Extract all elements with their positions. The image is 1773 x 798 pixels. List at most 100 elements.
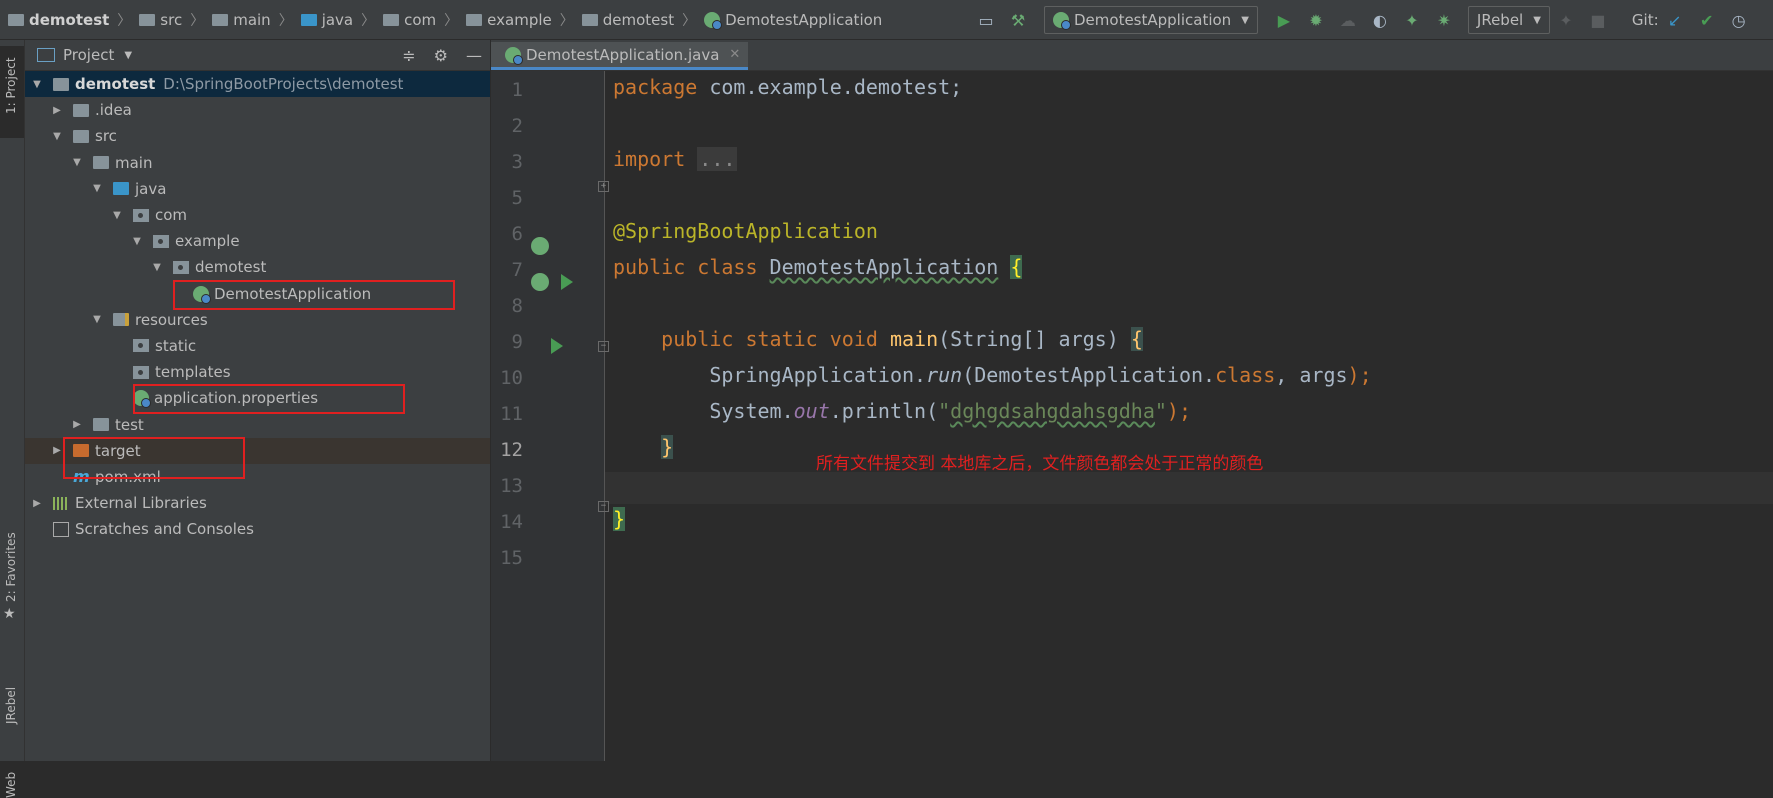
jrebel-disabled-icon[interactable]: ✦: [1556, 10, 1576, 30]
annotation-note: 所有文件提交到 本地库之后，文件颜色都会处于正常的颜色: [816, 454, 1264, 474]
line-number: 13: [500, 475, 523, 497]
line-number: 5: [511, 187, 523, 209]
git-commit-icon[interactable]: ✔: [1697, 10, 1717, 30]
folder-icon: [133, 339, 149, 353]
history-icon[interactable]: ◷: [1729, 10, 1749, 30]
tree-row-templates[interactable]: templates: [25, 359, 490, 385]
resources-folder-icon: [113, 313, 129, 327]
collapsed-arrow-icon[interactable]: ▶: [71, 419, 83, 430]
code-editor[interactable]: 1 2 3 5 6 7 8 9 10 11 12 13 14 15 + − − …: [491, 71, 1773, 761]
tree-row-scratches[interactable]: Scratches and Consoles: [25, 516, 490, 542]
breadcrumb-item-src[interactable]: 〉 src: [109, 10, 182, 30]
code-line-6: @SpringBootApplication: [613, 219, 878, 243]
git-update-icon[interactable]: ↙: [1665, 10, 1685, 30]
code-line-7: public class DemotestApplication {: [613, 255, 1023, 279]
collapsed-arrow-icon[interactable]: ▶: [31, 498, 43, 509]
chevron-down-icon[interactable]: ▼: [124, 50, 132, 61]
package-icon: [153, 234, 169, 248]
expanded-arrow-icon[interactable]: ▼: [51, 131, 63, 142]
expanded-arrow-icon[interactable]: ▼: [31, 79, 43, 90]
breadcrumb-item-example[interactable]: 〉 example: [436, 10, 552, 30]
tree-row-com[interactable]: ▼ com: [25, 202, 490, 228]
annotation-box-app-properties: [133, 384, 405, 414]
breadcrumb-item-java[interactable]: 〉 java: [271, 10, 353, 30]
current-line-highlight: [605, 472, 1773, 504]
stop-icon[interactable]: ■: [1588, 10, 1608, 30]
tree-row-root[interactable]: ▼ demotest D:\SpringBootProjects\demotes…: [25, 71, 490, 98]
debug-icon[interactable]: ✹: [1306, 10, 1326, 30]
project-tool-tab[interactable]: 1: Project: [0, 46, 24, 138]
run-gutter-icon[interactable]: [561, 274, 573, 290]
jrebel-select[interactable]: JRebel ▼: [1467, 6, 1550, 34]
breadcrumb-item-main[interactable]: 〉 main: [182, 10, 270, 30]
tree-row-demotest[interactable]: ▼ demotest: [25, 254, 490, 280]
tree-row-idea[interactable]: ▶ .idea: [25, 97, 490, 123]
jrebel-run-icon[interactable]: ✦: [1402, 10, 1422, 30]
jrebel-debug-icon[interactable]: ✷: [1434, 10, 1454, 30]
breadcrumb-item-class[interactable]: 〉 DemotestApplication: [674, 10, 882, 30]
line-number: 8: [511, 295, 523, 317]
project-panel-actions: ≑ ⚙ —: [402, 40, 482, 70]
expanded-arrow-icon[interactable]: ▼: [91, 314, 103, 325]
code-line-9: public static void main(String[] args) {: [661, 327, 1143, 351]
expanded-arrow-icon[interactable]: ▼: [71, 157, 83, 168]
run-gutter-icon[interactable]: [551, 338, 563, 354]
expanded-arrow-icon[interactable]: ▼: [111, 210, 123, 221]
breadcrumb-item-com[interactable]: 〉 com: [353, 10, 436, 30]
build-icon[interactable]: ▭: [976, 10, 996, 30]
run-icon[interactable]: ▶: [1274, 10, 1294, 30]
package-icon: [466, 13, 483, 26]
line-number: 14: [500, 511, 523, 533]
folder-icon: [8, 13, 24, 26]
project-panel: Project ▼ ≑ ⚙ — ▼ demotest D:\SpringBoot…: [25, 40, 491, 761]
git-label: Git:: [1631, 11, 1659, 29]
expanded-arrow-icon[interactable]: ▼: [91, 183, 103, 194]
annotation-box-app-class: [173, 280, 455, 310]
tree-row-test[interactable]: ▶ test: [25, 411, 490, 437]
line-number: 10: [500, 367, 523, 389]
line-number: 9: [511, 331, 523, 353]
expanded-arrow-icon[interactable]: ▼: [151, 262, 163, 273]
spring-bean-gutter-icon[interactable]: [531, 273, 549, 291]
separator-icon: 〉: [190, 12, 205, 29]
tree-row-java[interactable]: ▼ java: [25, 176, 490, 202]
tool-window-strip: 1: Project 2: Favorites ★ JRebel Web: [0, 40, 25, 798]
code-line-3: import ...: [613, 147, 738, 171]
hammer-icon[interactable]: ⚒: [1008, 10, 1028, 30]
run-configuration-select[interactable]: DemotestApplication ▼: [1044, 6, 1258, 34]
scratches-icon: [53, 521, 69, 537]
profile-icon[interactable]: ◐: [1370, 10, 1390, 30]
code-line-11: System.out.println("dghgdsahgdahsgdha");: [709, 399, 1192, 423]
tree-row-src[interactable]: ▼ src: [25, 123, 490, 149]
chevron-down-icon: ▼: [1533, 14, 1541, 26]
tree-row-resources[interactable]: ▼ resources: [25, 307, 490, 333]
breadcrumb-item-demotest[interactable]: demotest: [8, 11, 109, 29]
coverage-icon[interactable]: ☁: [1338, 10, 1358, 30]
breadcrumb-item-demotest-pkg[interactable]: 〉 demotest: [552, 10, 674, 30]
fold-expand-icon[interactable]: +: [598, 181, 609, 192]
expanded-arrow-icon[interactable]: ▼: [131, 236, 143, 247]
spring-bean-gutter-icon[interactable]: [531, 237, 549, 255]
folded-imports[interactable]: ...: [697, 147, 738, 171]
tree-row-static[interactable]: static: [25, 333, 490, 359]
collapsed-arrow-icon[interactable]: ▶: [51, 445, 63, 456]
hide-icon[interactable]: —: [466, 46, 482, 65]
tree-row-example[interactable]: ▼ example: [25, 228, 490, 254]
collapse-all-icon[interactable]: ≑: [402, 46, 415, 65]
close-icon[interactable]: ✕: [729, 47, 740, 62]
tree-row-external-libraries[interactable]: ▶ External Libraries: [25, 490, 490, 516]
fold-collapse-icon[interactable]: −: [598, 501, 609, 512]
breadcrumb: demotest 〉 src 〉 main 〉 java 〉 com 〉 example …: [0, 0, 882, 39]
collapsed-arrow-icon[interactable]: ▶: [51, 105, 63, 116]
spring-class-icon: [505, 46, 523, 65]
separator-icon: 〉: [278, 12, 293, 29]
project-view-selector[interactable]: Project: [63, 46, 114, 64]
folder-icon: [93, 418, 109, 432]
fold-collapse-icon[interactable]: −: [598, 341, 609, 352]
package-icon: [173, 260, 189, 274]
tab-demotest-application[interactable]: DemotestApplication.java ✕: [491, 42, 749, 70]
line-number: 2: [511, 115, 523, 137]
star-icon: ★: [3, 606, 16, 622]
tree-row-main[interactable]: ▼ main: [25, 150, 490, 176]
gear-icon[interactable]: ⚙: [434, 46, 448, 65]
